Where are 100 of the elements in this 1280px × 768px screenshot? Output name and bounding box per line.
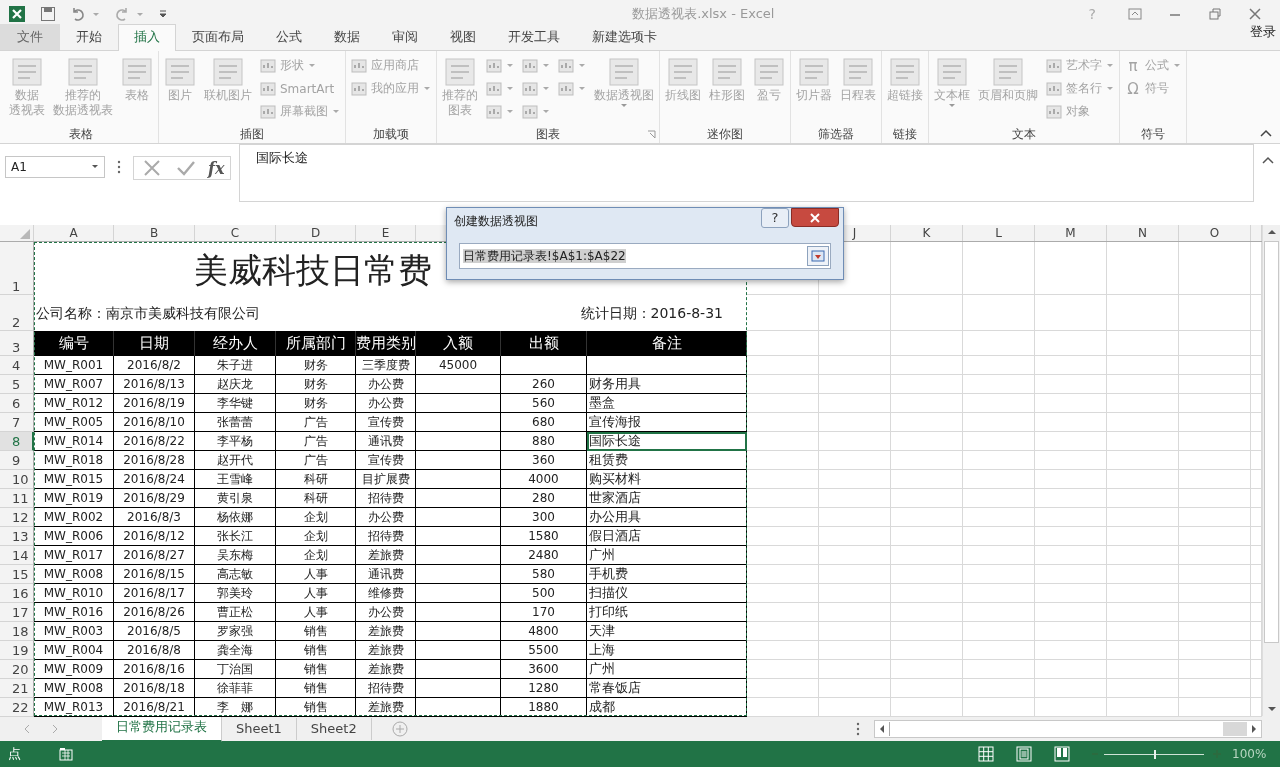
empty-cell bbox=[1107, 679, 1179, 698]
sheet-tab[interactable]: 日常费用记录表 bbox=[102, 715, 222, 742]
ribbon-tab[interactable]: 开发工具 bbox=[492, 24, 576, 50]
row-header[interactable]: 14 bbox=[0, 546, 34, 565]
page-break-view-icon[interactable] bbox=[1054, 746, 1070, 762]
sheet-tab[interactable]: Sheet1 bbox=[222, 717, 297, 740]
column-header[interactable]: O bbox=[1209, 226, 1220, 240]
expand-dialog-button[interactable] bbox=[807, 246, 829, 266]
previous-sheet-icon[interactable] bbox=[22, 723, 32, 734]
column-header[interactable]: C bbox=[230, 226, 240, 240]
ribbon-tab[interactable]: 文件 bbox=[0, 24, 60, 50]
ribbon-tab[interactable]: 页面布局 bbox=[176, 24, 260, 50]
normal-view-icon[interactable] bbox=[978, 746, 994, 762]
caret-icon bbox=[542, 108, 550, 115]
table-cell: 世家酒店 bbox=[587, 489, 747, 508]
horizontal-scrollbar[interactable] bbox=[874, 719, 1262, 738]
macro-recording-icon[interactable] bbox=[59, 747, 73, 761]
undo-icon[interactable] bbox=[70, 6, 86, 22]
row-header[interactable]: 11 bbox=[0, 489, 34, 508]
empty-cell bbox=[963, 603, 1035, 622]
name-box[interactable]: A1 bbox=[5, 156, 105, 178]
column-header[interactable]: N bbox=[1138, 226, 1147, 240]
table-cell: 李华键 bbox=[195, 394, 276, 413]
column-header[interactable]: A bbox=[69, 226, 78, 240]
row-header[interactable]: 7 bbox=[0, 413, 34, 432]
table-cell: 2016/8/8 bbox=[114, 641, 195, 660]
row-header[interactable]: 8 bbox=[0, 432, 34, 451]
insert-function-button[interactable]: fx bbox=[208, 158, 225, 178]
table-cell: 上海 bbox=[587, 641, 747, 660]
help-button[interactable]: ? bbox=[761, 208, 789, 228]
row-header[interactable]: 17 bbox=[0, 603, 34, 622]
row-header[interactable]: 3 bbox=[0, 331, 34, 356]
ribbon-tab[interactable]: 视图 bbox=[434, 24, 492, 50]
row-header[interactable]: 13 bbox=[0, 527, 34, 546]
header-cell: 编号 bbox=[34, 331, 114, 356]
ribbon-tab[interactable]: 插入 bbox=[118, 24, 176, 51]
row-header[interactable]: 9 bbox=[0, 451, 34, 470]
table-cell: 办公费 bbox=[356, 375, 416, 394]
select-all-icon[interactable] bbox=[19, 228, 31, 240]
row-header[interactable]: 22 bbox=[0, 698, 34, 717]
ribbon-tab[interactable]: 数据 bbox=[318, 24, 376, 50]
restore-icon[interactable] bbox=[1208, 7, 1222, 21]
scroll-thumb[interactable] bbox=[1264, 241, 1279, 643]
ribbon-tab[interactable]: 公式 bbox=[260, 24, 318, 50]
sign-in-link[interactable]: 登录 bbox=[1246, 23, 1280, 55]
column-header[interactable]: D bbox=[310, 226, 321, 240]
tile-icon bbox=[667, 56, 699, 88]
vertical-scrollbar[interactable] bbox=[1262, 225, 1280, 716]
row-header[interactable]: 16 bbox=[0, 584, 34, 603]
collapse-formula-bar-icon[interactable] bbox=[1262, 156, 1274, 164]
row-header[interactable]: 19 bbox=[0, 641, 34, 660]
row-header[interactable]: 4 bbox=[0, 356, 34, 375]
dialog-launcher-icon[interactable] bbox=[647, 130, 656, 139]
ribbon-tab[interactable]: 开始 bbox=[60, 24, 118, 50]
row-header[interactable]: 15 bbox=[0, 565, 34, 584]
more-options-icon[interactable] bbox=[117, 160, 121, 174]
add-sheet-icon[interactable] bbox=[391, 720, 408, 737]
column-header[interactable]: M bbox=[1065, 226, 1076, 240]
page-layout-view-icon[interactable] bbox=[1016, 746, 1032, 762]
chart-icon bbox=[1046, 80, 1062, 97]
ribbon-tab[interactable]: 新建选项卡 bbox=[576, 24, 673, 50]
formula-input[interactable]: 国际长途 bbox=[239, 144, 1254, 202]
selected-cell: 国际长途 bbox=[587, 432, 747, 451]
redo-icon[interactable] bbox=[114, 6, 130, 22]
empty-cell bbox=[1035, 432, 1107, 451]
table-cell: 张长江 bbox=[195, 527, 276, 546]
row-header[interactable]: 5 bbox=[0, 375, 34, 394]
row-header[interactable]: 18 bbox=[0, 622, 34, 641]
sheet-tab[interactable]: Sheet2 bbox=[296, 717, 372, 740]
row-header[interactable]: 6 bbox=[0, 394, 34, 413]
next-sheet-icon[interactable] bbox=[50, 723, 60, 734]
row-header[interactable]: 12 bbox=[0, 508, 34, 527]
empty-cell bbox=[1107, 432, 1179, 451]
collapse-ribbon-icon[interactable] bbox=[1260, 129, 1272, 137]
empty-cell bbox=[963, 451, 1035, 470]
table-cell: 常春饭店 bbox=[587, 679, 747, 698]
table-cell: 2016/8/29 bbox=[114, 489, 195, 508]
close-button[interactable] bbox=[791, 208, 839, 227]
chart-icon bbox=[486, 80, 502, 97]
column-header[interactable]: L bbox=[995, 226, 1002, 240]
zoom-level[interactable]: 100% bbox=[1232, 747, 1272, 761]
row-header[interactable]: 2 bbox=[0, 295, 34, 331]
empty-cell bbox=[747, 451, 819, 470]
row-header[interactable]: 20 bbox=[0, 660, 34, 679]
ribbon-tab[interactable]: 审阅 bbox=[376, 24, 434, 50]
ribbon-display-icon[interactable] bbox=[1128, 7, 1142, 21]
row-header[interactable]: 10 bbox=[0, 470, 34, 489]
caret-icon bbox=[506, 108, 514, 115]
column-header[interactable]: K bbox=[922, 226, 931, 240]
row-header[interactable]: 21 bbox=[0, 679, 34, 698]
save-icon[interactable] bbox=[40, 6, 56, 22]
empty-cell bbox=[747, 660, 819, 679]
column-header[interactable]: B bbox=[149, 226, 159, 240]
empty-cell bbox=[891, 565, 963, 584]
empty-cell bbox=[1179, 489, 1251, 508]
column-header[interactable]: E bbox=[381, 226, 390, 240]
more-options-icon[interactable] bbox=[856, 721, 860, 736]
close-icon[interactable] bbox=[1248, 7, 1262, 21]
row-header[interactable]: 1 bbox=[0, 242, 34, 295]
column-header[interactable]: J bbox=[852, 226, 857, 240]
